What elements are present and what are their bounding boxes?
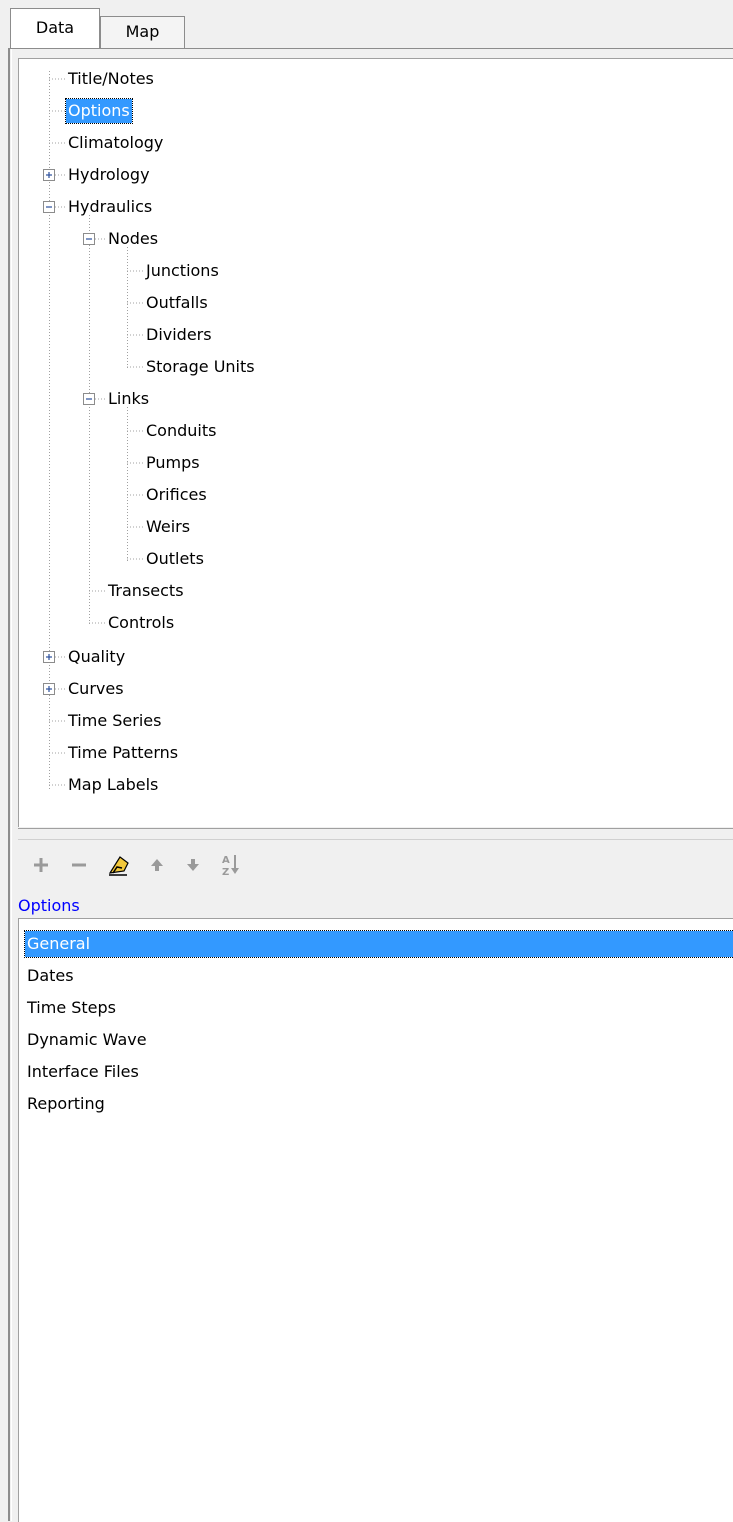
tree-item-title-notes[interactable]: Title/Notes [66, 67, 156, 91]
arrow-down-icon[interactable] [176, 848, 210, 882]
tree-item-transects[interactable]: Transects [106, 579, 186, 603]
tree-item-orifices[interactable]: Orifices [144, 483, 209, 507]
expand-quality-icon[interactable] [43, 651, 55, 663]
panel-splitter[interactable] [18, 828, 733, 840]
tree-item-outlets[interactable]: Outlets [144, 547, 206, 571]
tree-item-time-patterns[interactable]: Time Patterns [66, 741, 180, 765]
tree-item-nodes[interactable]: Nodes [106, 227, 160, 251]
tab-map[interactable]: Map [100, 16, 185, 48]
tab-divider [10, 48, 733, 49]
tree-item-pumps[interactable]: Pumps [144, 451, 202, 475]
edit-hand-icon[interactable] [102, 848, 136, 882]
tree-item-junctions[interactable]: Junctions [144, 259, 221, 283]
data-browser-tree[interactable]: Title/Notes Options Climatology Hydrolog… [18, 58, 733, 827]
tree-item-dividers[interactable]: Dividers [144, 323, 214, 347]
tree-item-options[interactable]: Options [65, 98, 133, 124]
tree-item-weirs[interactable]: Weirs [144, 515, 192, 539]
tab-data[interactable]: Data [10, 8, 100, 48]
list-item-reporting[interactable]: Reporting [25, 1091, 733, 1117]
tree-item-links[interactable]: Links [106, 387, 151, 411]
expand-hydrology-icon[interactable] [43, 169, 55, 181]
tree-item-curves[interactable]: Curves [66, 677, 126, 701]
tree-item-hydrology[interactable]: Hydrology [66, 163, 152, 187]
collapse-nodes-icon[interactable] [83, 233, 95, 245]
list-item-dynamic-wave[interactable]: Dynamic Wave [25, 1027, 733, 1053]
tree-item-climatology[interactable]: Climatology [66, 131, 165, 155]
list-item-dates[interactable]: Dates [25, 963, 733, 989]
plus-icon[interactable] [24, 848, 58, 882]
section-label: Options [18, 896, 80, 915]
tree-item-outfalls[interactable]: Outfalls [144, 291, 210, 315]
tree-item-storage-units[interactable]: Storage Units [144, 355, 257, 379]
tab-bar: Data Map [10, 8, 733, 48]
svg-text:A: A [222, 855, 230, 866]
list-item-general[interactable]: General [24, 930, 733, 958]
arrow-up-icon[interactable] [140, 848, 174, 882]
panel-left-highlight [11, 48, 12, 1521]
svg-text:Z: Z [222, 867, 229, 878]
tree-item-conduits[interactable]: Conduits [144, 419, 218, 443]
expand-curves-icon[interactable] [43, 683, 55, 695]
tree-item-time-series[interactable]: Time Series [66, 709, 163, 733]
collapse-hydraulics-icon[interactable] [43, 201, 55, 213]
tree-item-hydraulics[interactable]: Hydraulics [66, 195, 154, 219]
tree-item-quality[interactable]: Quality [66, 645, 127, 669]
tree-item-controls[interactable]: Controls [106, 611, 176, 635]
object-list[interactable]: General Dates Time Steps Dynamic Wave In… [18, 918, 733, 1522]
list-item-time-steps[interactable]: Time Steps [25, 995, 733, 1021]
object-toolbar: A Z [18, 848, 733, 882]
panel-left-border [8, 48, 10, 1521]
tree-item-map-labels[interactable]: Map Labels [66, 773, 160, 797]
sort-az-icon[interactable]: A Z [214, 848, 248, 882]
minus-icon[interactable] [62, 848, 96, 882]
collapse-links-icon[interactable] [83, 393, 95, 405]
list-item-interface-files[interactable]: Interface Files [25, 1059, 733, 1085]
